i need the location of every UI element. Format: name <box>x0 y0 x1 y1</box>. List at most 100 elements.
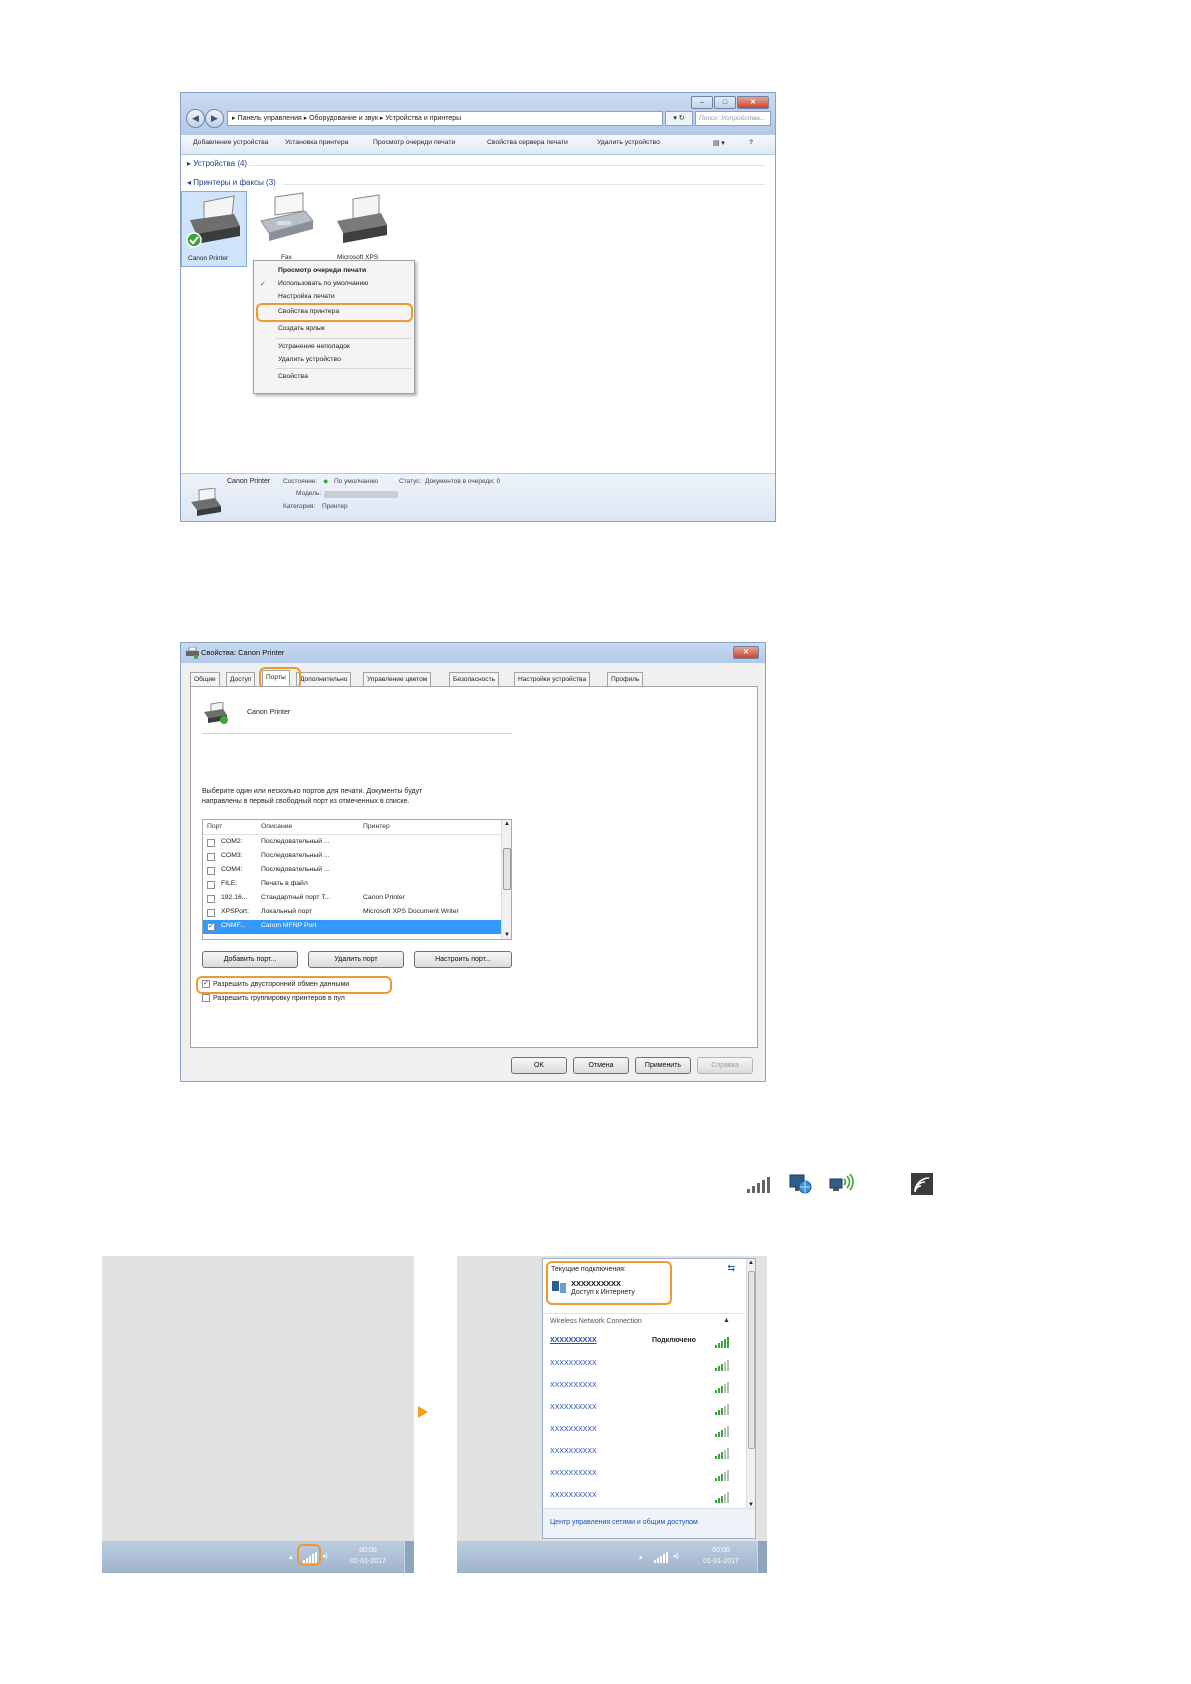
show-desktop-button[interactable] <box>404 1541 414 1573</box>
network-item[interactable]: XXXXXXXXXX <box>550 1487 730 1509</box>
column-port[interactable]: Порт <box>207 823 222 830</box>
tab-profile[interactable]: Профиль <box>607 672 644 686</box>
apply-button[interactable]: Применить <box>635 1057 691 1074</box>
port-desc: Последовательный ... <box>261 852 330 859</box>
network-item[interactable]: XXXXXXXXXX <box>550 1355 730 1377</box>
search-input[interactable]: Поиск: Устройства... <box>695 111 771 126</box>
tab-general[interactable]: Общие <box>190 672 220 686</box>
signal-bars-icon <box>715 1360 729 1371</box>
toolbar-add-device[interactable]: Добавление устройства <box>193 139 268 146</box>
minimize-button[interactable]: – <box>691 96 713 109</box>
tab-color-management[interactable]: Управление цветом <box>363 672 432 686</box>
toolbar-remove-device[interactable]: Удалить устройство <box>597 139 660 146</box>
address-bar[interactable]: ▸ Панель управления ▸ Оборудование и зву… <box>227 111 663 126</box>
volume-icon[interactable]: ◂) <box>322 1552 328 1561</box>
address-refresh-icon[interactable]: ▾ ↻ <box>665 111 693 126</box>
view-options-icon[interactable]: ▤ ▾ <box>713 139 725 147</box>
column-description[interactable]: Описание <box>261 823 292 830</box>
scroll-up-icon[interactable]: ▲ <box>504 821 510 827</box>
menu-item-troubleshoot[interactable]: Устранение неполадок <box>278 343 350 350</box>
forward-icon[interactable]: ▶ <box>205 109 224 128</box>
pooling-option[interactable]: Разрешить группировку принтеров в пул <box>202 994 345 1002</box>
port-checkbox[interactable] <box>207 839 215 847</box>
maximize-button[interactable]: □ <box>714 96 736 109</box>
group-devices[interactable]: ▸ Устройства (4) <box>187 159 247 168</box>
list-item[interactable]: COM3: Последовательный ... <box>203 850 503 864</box>
port-checkbox[interactable]: ✓ <box>207 923 215 931</box>
tab-device-settings[interactable]: Настройки устройства <box>514 672 591 686</box>
toolbar-server-props[interactable]: Свойства сервера печати <box>487 139 568 146</box>
add-port-button[interactable]: Добавить порт... <box>202 951 298 968</box>
menu-item-properties[interactable]: Свойства <box>278 373 308 380</box>
menu-item-create-shortcut[interactable]: Создать ярлык <box>278 325 325 332</box>
port-name: XPSPort: <box>221 908 249 915</box>
help-button[interactable]: Справка <box>697 1057 753 1074</box>
close-button[interactable]: ✕ <box>733 646 759 659</box>
tray-arrow-icon[interactable]: ▴ <box>289 1553 293 1562</box>
network-item[interactable]: XXXXXXXXXX <box>550 1399 730 1421</box>
printer-icon <box>337 194 387 243</box>
device-xps[interactable]: Microsoft XPS <box>329 191 395 267</box>
help-icon[interactable]: ? <box>749 139 753 146</box>
configure-port-button[interactable]: Настроить порт... <box>414 951 512 968</box>
clock-date[interactable]: 01-01-2017 <box>701 1557 741 1566</box>
toolbar-add-printer[interactable]: Установка принтера <box>285 139 348 146</box>
delete-port-button[interactable]: Удалить порт <box>308 951 404 968</box>
clock-time[interactable]: 00:00 <box>348 1546 388 1555</box>
close-button[interactable]: ✕ <box>737 96 769 109</box>
network-item-connected[interactable]: XXXXXXXXXX Подключено <box>550 1332 730 1354</box>
ports-list[interactable]: Порт Описание Принтер COM2: Последовател… <box>202 819 512 940</box>
list-scrollbar[interactable]: ▲ ▼ <box>501 820 511 939</box>
menu-item-set-default[interactable]: Использовать по умолчанию <box>278 280 368 287</box>
column-printer[interactable]: Принтер <box>363 823 390 830</box>
tab-security[interactable]: Безопасность <box>449 672 500 686</box>
list-item[interactable]: COM2: Последовательный ... <box>203 836 503 850</box>
flyout-scrollbar[interactable]: ▲ ▼ <box>746 1259 755 1509</box>
flyout-footer: Центр управления сетями и общим доступом <box>543 1508 755 1538</box>
menu-item-remove-device[interactable]: Удалить устройство <box>278 356 341 363</box>
refresh-icon[interactable]: ⇆ <box>727 1263 735 1274</box>
network-item[interactable]: XXXXXXXXXX <box>550 1443 730 1465</box>
network-item[interactable]: XXXXXXXXXX <box>550 1465 730 1487</box>
volume-icon[interactable]: ◂) <box>673 1552 679 1561</box>
tab-sharing[interactable]: Доступ <box>226 672 256 686</box>
port-checkbox[interactable] <box>207 895 215 903</box>
device-fax[interactable]: Fax <box>255 191 321 267</box>
back-icon[interactable]: ◀ <box>186 109 205 128</box>
port-checkbox[interactable] <box>207 853 215 861</box>
wireless-section-label[interactable]: Wireless Network Connection <box>550 1318 642 1325</box>
wifi-signal-icon[interactable] <box>653 1550 669 1564</box>
scroll-thumb[interactable] <box>748 1271 755 1449</box>
scroll-thumb[interactable] <box>503 848 511 890</box>
list-item[interactable]: FILE: Печать в файл <box>203 878 503 892</box>
cancel-button[interactable]: Отмена <box>573 1057 629 1074</box>
pooling-checkbox[interactable] <box>202 994 210 1002</box>
port-checkbox[interactable] <box>207 881 215 889</box>
toolbar-print-queue[interactable]: Просмотр очереди печати <box>373 139 455 146</box>
group-printers[interactable]: ◂ Принтеры и факсы (3) <box>187 178 276 187</box>
port-name: COM3: <box>221 852 243 859</box>
list-item[interactable]: COM4: Последовательный ... <box>203 864 503 878</box>
ok-button[interactable]: OK <box>511 1057 567 1074</box>
device-canon-printer[interactable]: Canon Printer <box>181 191 247 267</box>
network-center-link[interactable]: Центр управления сетями и общим доступом <box>550 1519 698 1526</box>
show-desktop-button[interactable] <box>757 1541 767 1573</box>
highlight-printer-properties <box>256 303 413 322</box>
menu-item-print-prefs[interactable]: Настройка печати <box>278 293 335 300</box>
network-item[interactable]: XXXXXXXXXX <box>550 1377 730 1399</box>
list-item[interactable]: 192.16... Стандартный порт T... Canon Pr… <box>203 892 503 906</box>
port-checkbox[interactable] <box>207 867 215 875</box>
clock-time[interactable]: 00:00 <box>701 1546 741 1555</box>
collapse-icon[interactable]: ▲ <box>723 1317 730 1324</box>
port-checkbox[interactable] <box>207 909 215 917</box>
tab-advanced[interactable]: Дополнительно <box>296 672 352 686</box>
menu-item-print-queue[interactable]: Просмотр очереди печати <box>278 267 366 274</box>
scroll-down-icon[interactable]: ▼ <box>504 932 510 938</box>
clock-date[interactable]: 01-01-2017 <box>348 1557 388 1566</box>
list-item[interactable]: XPSPort: Локальный порт Microsoft XPS Do… <box>203 906 503 920</box>
signal-bars-icon <box>715 1337 729 1348</box>
tray-arrow-icon[interactable]: ▴ <box>639 1553 643 1562</box>
list-item-selected[interactable]: ✓ CNMF... Canon MFNP Port <box>203 920 503 934</box>
network-item[interactable]: XXXXXXXXXX <box>550 1421 730 1443</box>
scroll-up-icon[interactable]: ▲ <box>748 1260 754 1266</box>
